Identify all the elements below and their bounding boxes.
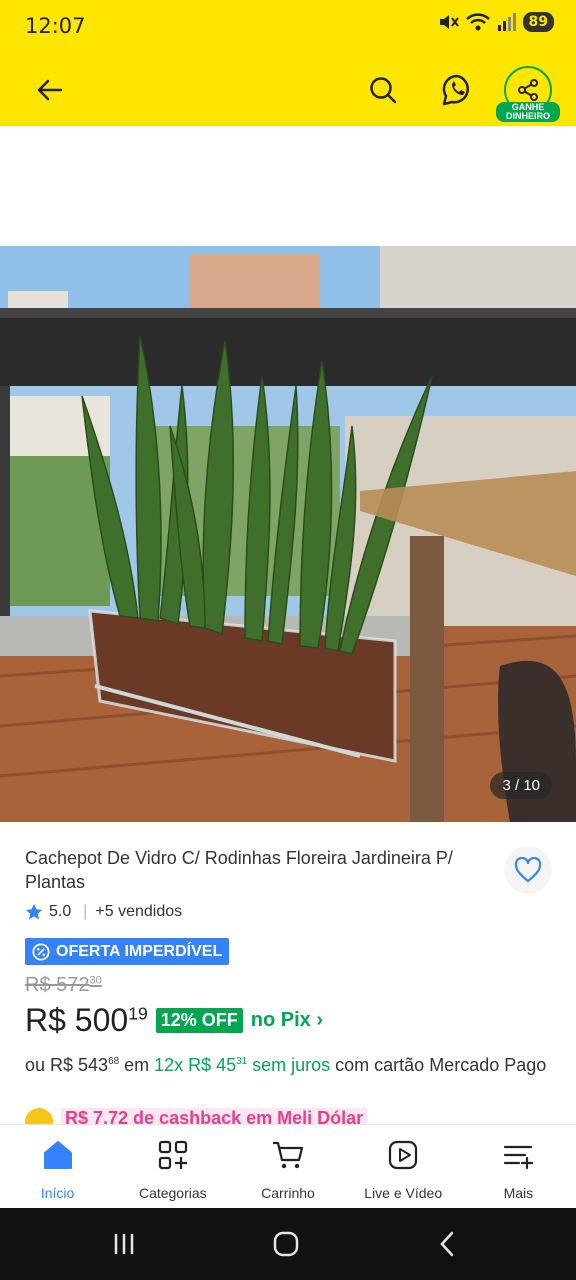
status-icons: 89 <box>437 12 554 32</box>
whatsapp-icon <box>442 74 469 106</box>
back-system-button[interactable] <box>430 1226 466 1262</box>
install-no-interest: sem juros <box>247 1055 331 1075</box>
price-cents: 19 <box>128 1003 148 1024</box>
product-image-gallery[interactable]: 3 / 10 <box>0 246 576 822</box>
app-bar: GANHE DINHEIRO <box>0 52 576 126</box>
install-prefix-cents: 68 <box>108 1056 120 1067</box>
signal-icon <box>497 13 516 31</box>
whatsapp-share-button[interactable] <box>436 69 478 111</box>
battery-indicator: 89 <box>522 12 554 32</box>
back-button[interactable] <box>30 70 70 110</box>
nav-live-video-label: Live e Vídeo <box>364 1185 443 1201</box>
favorite-button[interactable] <box>504 846 552 894</box>
image-counter: 3 / 10 <box>490 772 552 799</box>
nav-categories-label: Categorias <box>138 1185 207 1201</box>
deal-badge: OFERTA IMPERDÍVEL <box>25 938 230 965</box>
nav-cart-label: Carrinho <box>261 1185 315 1201</box>
status-time: 12:07 <box>25 14 86 38</box>
discount-icon <box>32 942 50 961</box>
mute-icon <box>439 15 459 29</box>
old-price-int: R$ 572 <box>25 974 90 996</box>
rating-separator: | <box>83 903 88 920</box>
nav-more-label: Mais <box>503 1185 534 1201</box>
pix-link[interactable]: no Pix › <box>251 1009 323 1032</box>
install-green: 12x R$ 45 <box>154 1055 237 1075</box>
home-icon <box>40 1137 76 1173</box>
product-photo <box>0 246 576 822</box>
nav-live-video[interactable]: Live e Vídeo <box>346 1125 461 1208</box>
home-system-button[interactable] <box>268 1226 304 1262</box>
deal-badge-label: OFERTA IMPERDÍVEL <box>56 942 223 960</box>
discount-tag: 12% OFF <box>155 1008 243 1033</box>
nav-home[interactable]: Início <box>0 1125 115 1208</box>
home-circle-icon <box>273 1231 299 1257</box>
old-price: R$ 57230 <box>25 974 102 997</box>
status-bar: 12:07 89 <box>0 0 576 52</box>
search-button[interactable] <box>363 70 403 110</box>
star-icon <box>25 903 43 920</box>
price-row[interactable]: R$ 50019 12% OFF no Pix › <box>25 1002 323 1039</box>
product-title: Cachepot De Vidro C/ Rodinhas Floreira J… <box>25 848 453 892</box>
rating-row[interactable]: 5.0 | +5 vendidos <box>25 903 182 921</box>
cart-icon <box>270 1137 306 1173</box>
share-icon <box>518 79 538 101</box>
installments-info: ou R$ 54368 em 12x R$ 4531 sem juros com… <box>25 1048 555 1079</box>
rating-value: 5.0 <box>49 903 72 920</box>
nav-cart[interactable]: Carrinho <box>230 1125 345 1208</box>
install-green-cents: 31 <box>236 1056 248 1067</box>
install-mid: em <box>119 1055 155 1075</box>
heart-icon <box>514 857 542 883</box>
nav-categories[interactable]: Categorias <box>115 1125 230 1208</box>
nav-home-label: Início <box>40 1185 75 1201</box>
wifi-icon <box>465 13 490 31</box>
system-navigation-bar <box>0 1208 576 1280</box>
sold-count: +5 vendidos <box>95 903 183 920</box>
arrow-left-icon <box>37 79 63 101</box>
old-price-cents: 30 <box>89 974 102 987</box>
price-int: R$ 500 <box>25 1002 129 1038</box>
recents-icon <box>114 1234 134 1254</box>
categories-icon <box>155 1137 191 1173</box>
bottom-navigation: Início Categorias Carrinho Live e Vídeo … <box>0 1124 576 1208</box>
earn-money-badge[interactable]: GANHE DINHEIRO <box>496 102 560 122</box>
blank-banner-area <box>0 126 576 246</box>
nav-more[interactable]: Mais <box>461 1125 576 1208</box>
search-icon <box>370 77 397 104</box>
menu-plus-icon <box>500 1137 536 1173</box>
install-prefix: ou R$ 543 <box>25 1055 109 1075</box>
chevron-left-icon <box>440 1231 454 1257</box>
install-suffix: com cartão Mercado Pago <box>330 1055 547 1075</box>
current-price: R$ 50019 <box>25 1002 148 1039</box>
recents-button[interactable] <box>106 1226 142 1262</box>
play-icon <box>385 1137 421 1173</box>
